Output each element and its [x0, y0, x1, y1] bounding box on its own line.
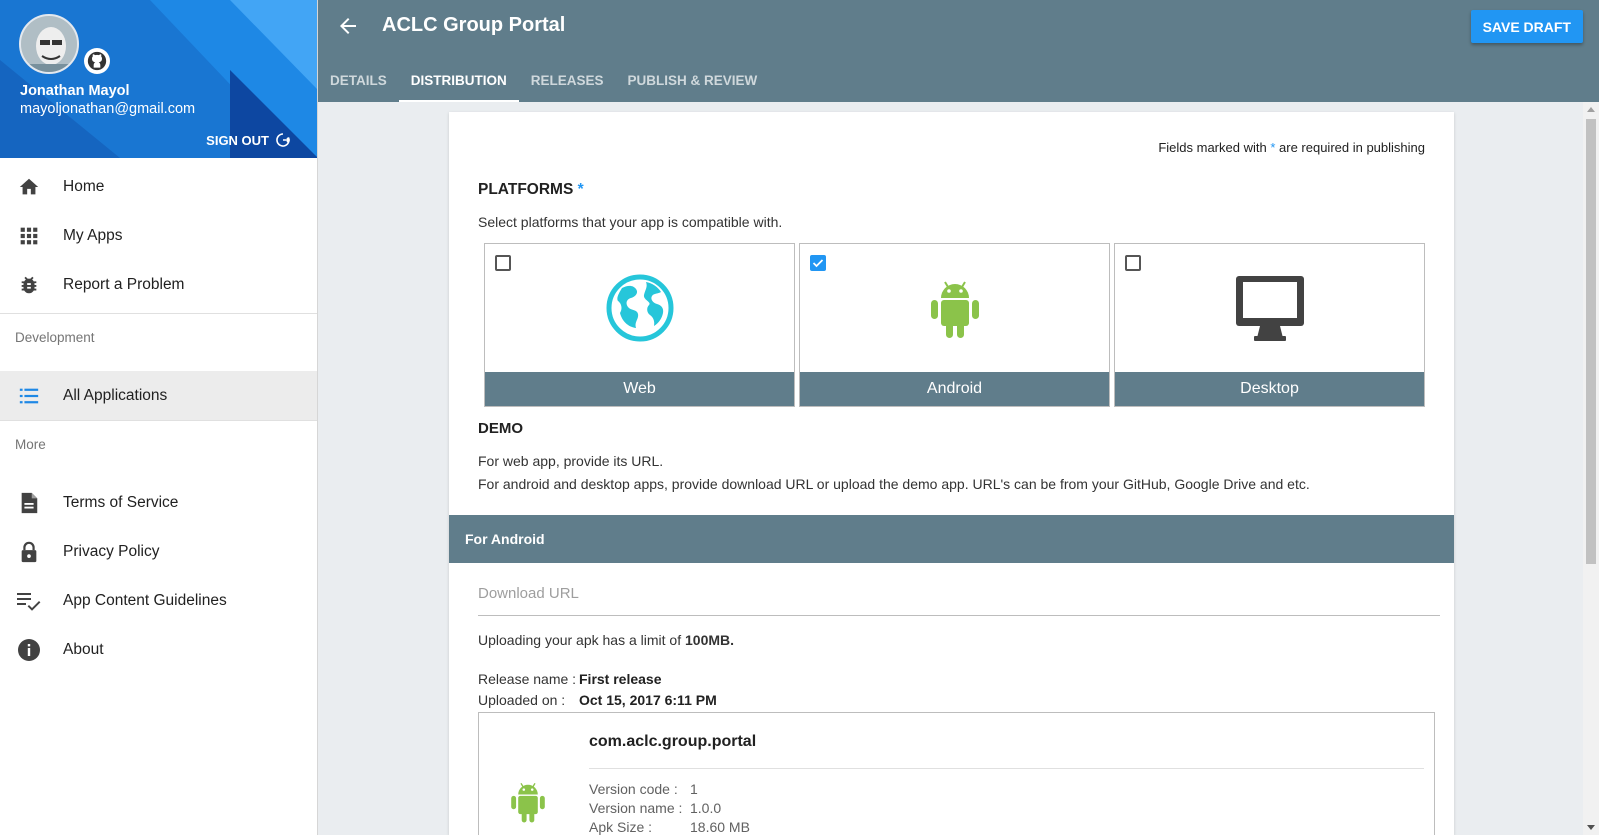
demo-line-1: For web app, provide its URL.	[478, 453, 664, 469]
required-star: *	[577, 181, 584, 198]
platform-desktop-label: Desktop	[1115, 372, 1424, 406]
nav-item-about[interactable]: About	[0, 625, 317, 674]
version-code-value: 1	[690, 781, 698, 797]
tab-releases[interactable]: RELEASES	[519, 58, 616, 102]
nav-label: About	[63, 640, 104, 658]
platform-web-label: Web	[485, 372, 794, 406]
android-icon	[507, 779, 549, 829]
sign-out-label: SIGN OUT	[206, 132, 269, 148]
scrollbar[interactable]	[1583, 102, 1599, 835]
nav-item-all-applications[interactable]: All Applications	[0, 371, 317, 420]
nav-item-my-apps[interactable]: My Apps	[0, 211, 317, 260]
nav-label: Terms of Service	[63, 493, 179, 511]
nav-label: Privacy Policy	[63, 542, 160, 560]
distribution-card: Fields marked with * are required in pub…	[449, 112, 1454, 835]
required-star: *	[1270, 140, 1276, 155]
tab-bar: DETAILS DISTRIBUTION RELEASES PUBLISH & …	[318, 58, 769, 102]
platforms-heading-text: PLATFORMS	[478, 181, 574, 198]
scroll-up-arrow[interactable]	[1587, 107, 1595, 112]
list-icon	[17, 384, 41, 408]
bug-icon	[17, 273, 41, 297]
nav-item-report-problem[interactable]: Report a Problem	[0, 260, 317, 309]
scrollbar-thumb[interactable]	[1586, 119, 1596, 564]
platform-android-label: Android	[800, 372, 1109, 406]
nav-label: My Apps	[63, 226, 123, 244]
platform-desktop-checkbox[interactable]	[1125, 255, 1141, 271]
upload-limit-label: Uploading your apk has a limit of	[478, 632, 682, 648]
nav-label: Home	[63, 177, 105, 195]
divider	[589, 768, 1424, 769]
download-url-input[interactable]	[478, 572, 1440, 616]
uploaded-on-label: Uploaded on :	[478, 692, 566, 708]
platforms-heading: PLATFORMS *	[478, 181, 584, 199]
user-email: mayoljonathan@gmail.com	[20, 101, 196, 117]
nav-item-privacy[interactable]: Privacy Policy	[0, 527, 317, 576]
platform-web-card[interactable]: Web	[484, 243, 795, 407]
save-draft-button[interactable]: SAVE DRAFT	[1470, 10, 1583, 43]
lock-icon	[17, 540, 41, 564]
nav-item-home[interactable]: Home	[0, 162, 317, 211]
required-note: Fields marked with * are required in pub…	[1158, 140, 1425, 155]
apk-info-card: com.aclc.group.portal Version code : 1 V…	[478, 712, 1435, 835]
globe-icon	[606, 274, 674, 347]
back-arrow-icon[interactable]	[336, 14, 360, 38]
demo-line-2: For android and desktop apps, provide do…	[478, 476, 1310, 492]
platforms-description: Select platforms that your app is compat…	[478, 214, 783, 230]
platform-android-checkbox[interactable]	[810, 255, 826, 271]
uploaded-on-value: Oct 15, 2017 6:11 PM	[579, 692, 717, 708]
nav-item-terms[interactable]: Terms of Service	[0, 478, 317, 527]
github-icon[interactable]	[84, 48, 110, 74]
page-title: ACLC Group Portal	[382, 14, 566, 36]
platform-android-card[interactable]: Android	[799, 243, 1110, 407]
sign-out-icon	[276, 133, 291, 147]
android-section-header: For Android	[449, 515, 1454, 563]
user-name: Jonathan Mayol	[20, 83, 130, 99]
nav-item-guidelines[interactable]: App Content Guidelines	[0, 576, 317, 625]
required-note-suffix: are required in publishing	[1279, 140, 1425, 155]
android-icon	[925, 276, 985, 345]
app-header: ACLC Group Portal SAVE DRAFT DETAILS DIS…	[318, 0, 1599, 102]
document-icon	[17, 491, 41, 515]
apps-grid-icon	[17, 224, 41, 248]
demo-heading: DEMO	[478, 420, 523, 437]
sign-out-button[interactable]: SIGN OUT	[206, 132, 291, 148]
upload-limit-text: Uploading your apk has a limit of 100MB.	[478, 632, 734, 648]
section-more: More	[0, 420, 317, 468]
required-note-prefix: Fields marked with	[1158, 140, 1267, 155]
checklist-icon	[17, 589, 41, 613]
info-icon	[17, 638, 41, 662]
version-code-label: Version code :	[589, 781, 678, 797]
nav-label: All Applications	[63, 386, 168, 404]
nav-label: App Content Guidelines	[63, 591, 227, 609]
avatar[interactable]	[19, 14, 79, 74]
nav-label: Report a Problem	[63, 275, 185, 293]
upload-limit-value: 100MB.	[685, 632, 735, 648]
apk-size-label: Apk Size :	[589, 819, 653, 835]
release-name-label: Release name :	[478, 671, 577, 687]
tab-distribution[interactable]: DISTRIBUTION	[398, 58, 519, 102]
tab-details[interactable]: DETAILS	[318, 58, 399, 102]
platform-web-checkbox[interactable]	[495, 255, 511, 271]
apk-size-value: 18.60 MB	[690, 819, 750, 835]
monitor-icon	[1234, 274, 1306, 349]
sidebar: Jonathan Mayol mayoljonathan@gmail.com S…	[0, 0, 318, 835]
apk-package-name: com.aclc.group.portal	[589, 733, 757, 750]
profile-header: Jonathan Mayol mayoljonathan@gmail.com S…	[0, 0, 317, 158]
version-name-label: Version name :	[589, 800, 683, 816]
home-icon	[17, 175, 41, 199]
release-name-value: First release	[579, 671, 662, 687]
scroll-down-arrow[interactable]	[1587, 825, 1595, 830]
version-name-value: 1.0.0	[690, 800, 722, 816]
section-development: Development	[0, 313, 317, 361]
platform-desktop-card[interactable]: Desktop	[1114, 243, 1425, 407]
tab-publish-review[interactable]: PUBLISH & REVIEW	[616, 58, 770, 102]
